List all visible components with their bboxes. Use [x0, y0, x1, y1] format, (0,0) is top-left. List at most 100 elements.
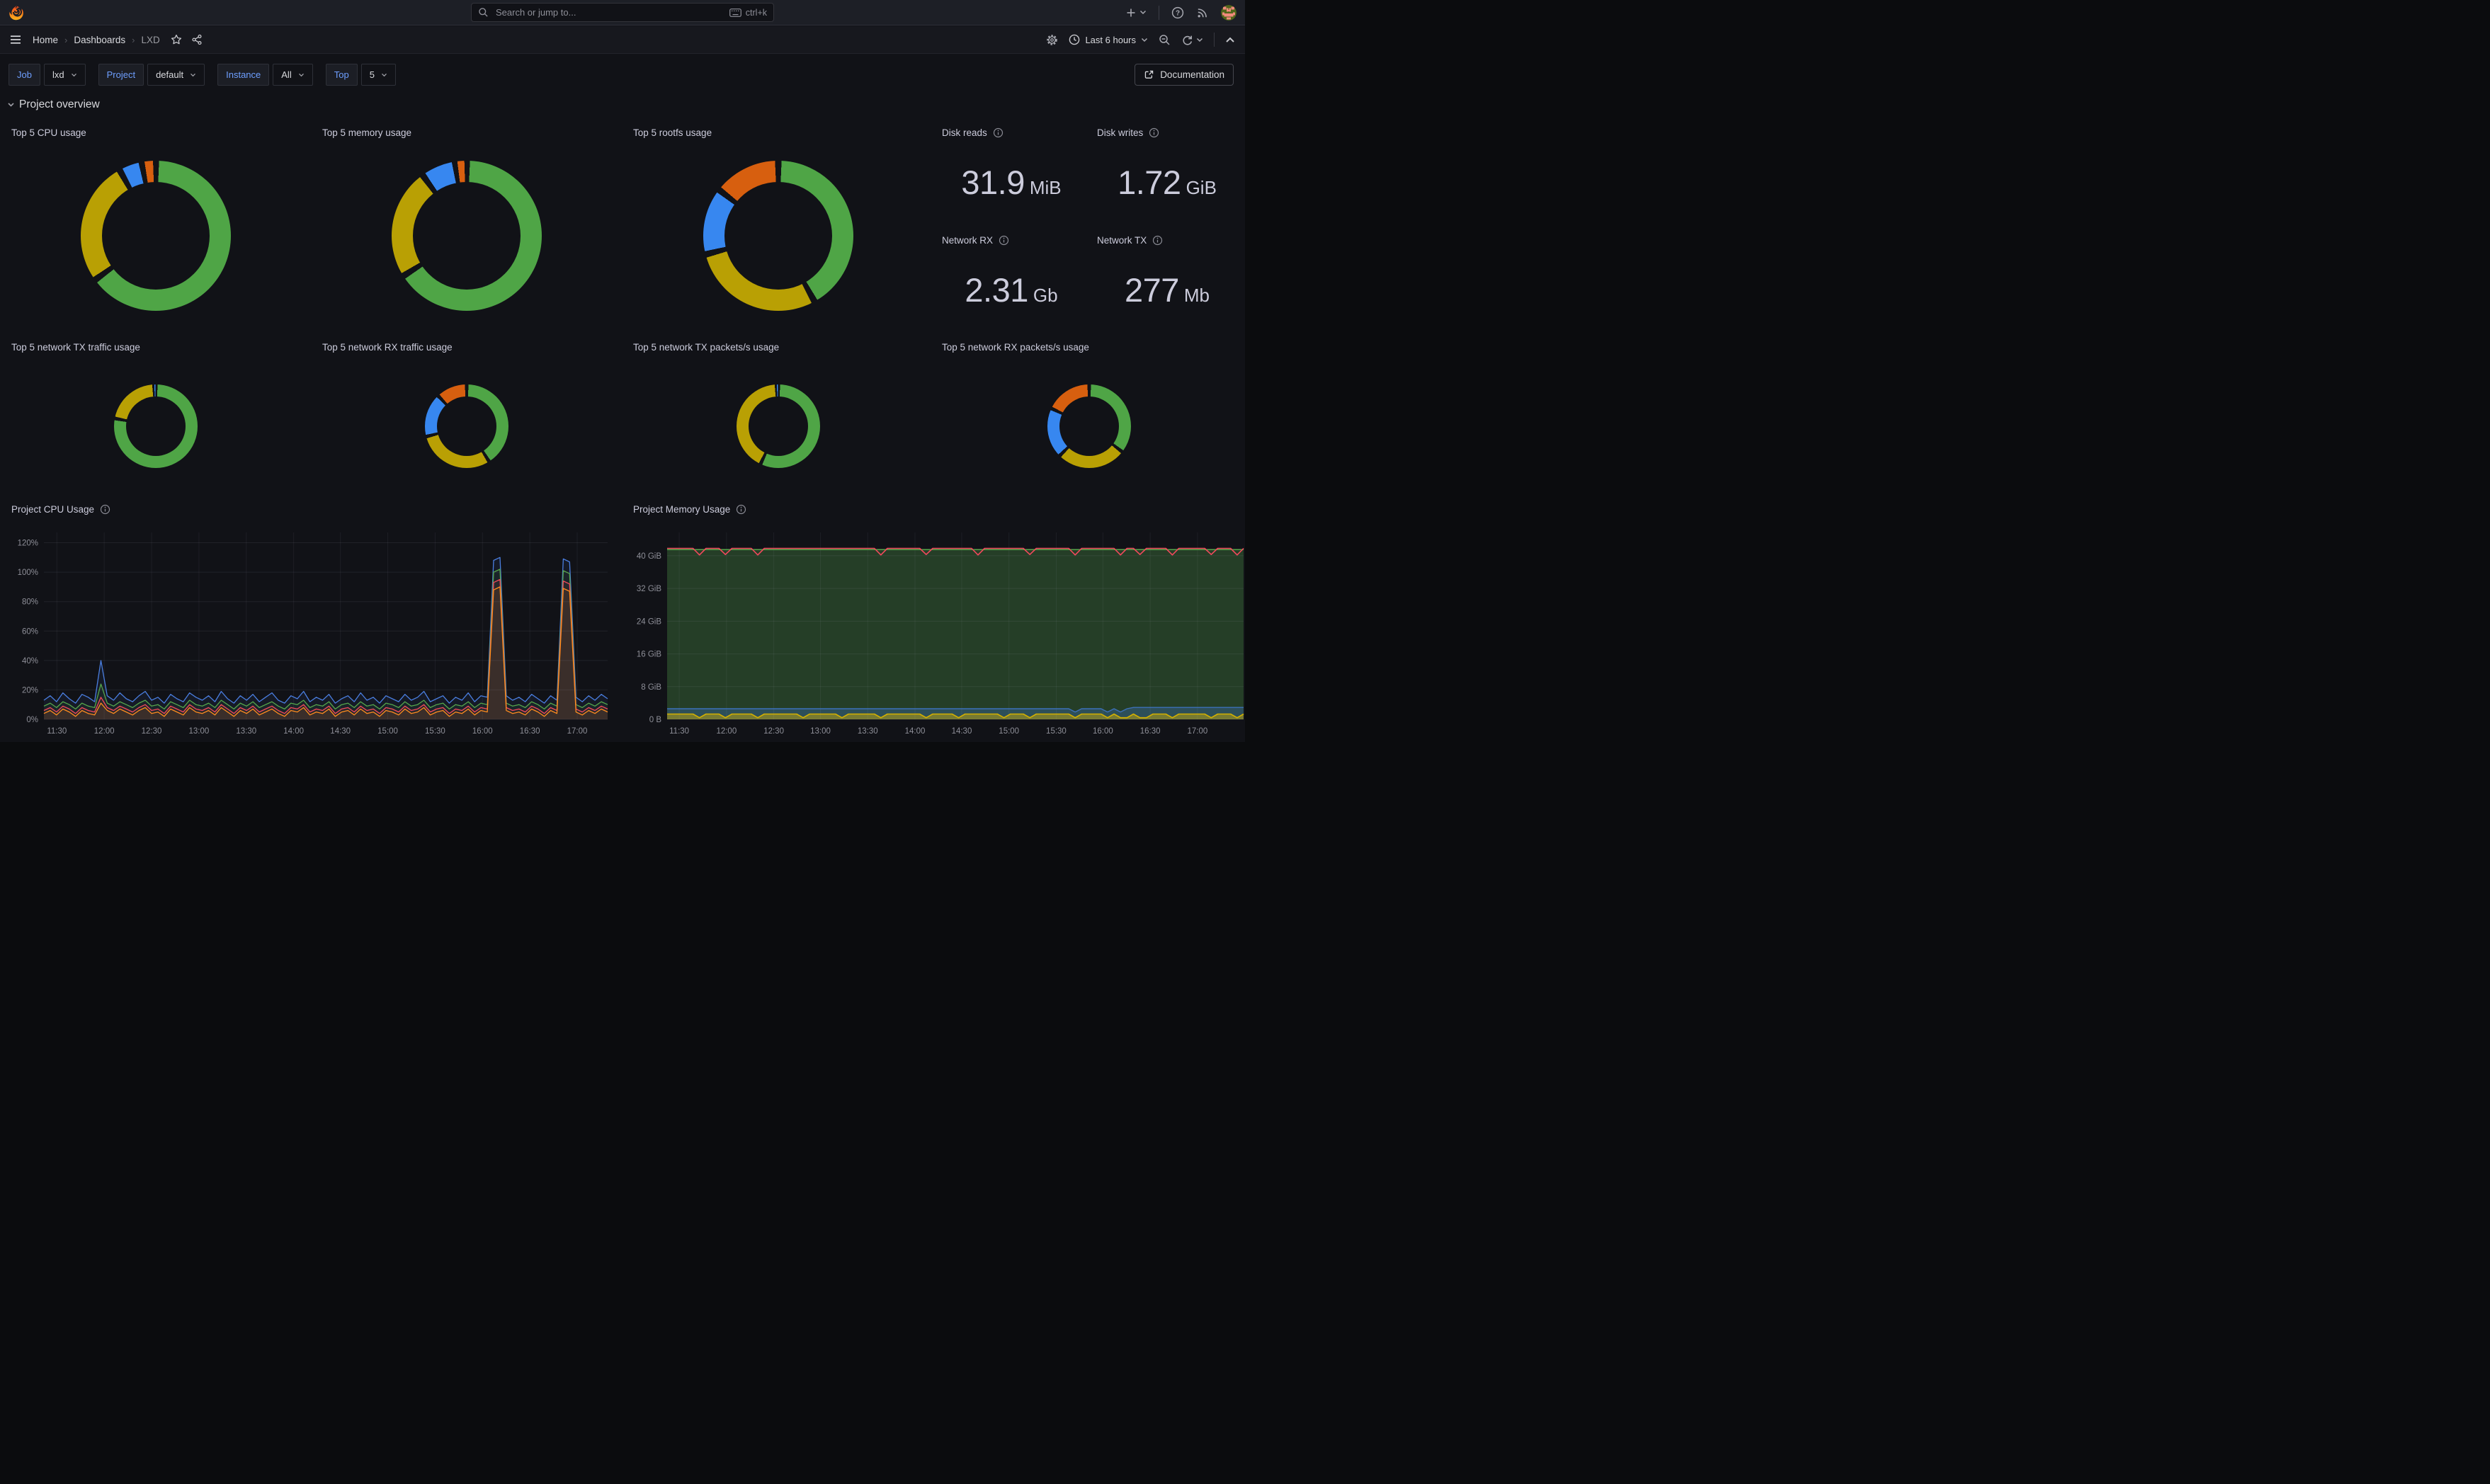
help-button[interactable]: ?	[1171, 6, 1184, 19]
svg-text:0 B: 0 B	[649, 716, 662, 724]
donut-top5-rootfs-usage[interactable]	[703, 161, 853, 311]
svg-text:8 GiB: 8 GiB	[641, 683, 661, 692]
panel-title-memory-usage[interactable]: Top 5 memory usage	[322, 127, 411, 138]
refresh-button[interactable]	[1181, 34, 1203, 46]
donut-net-rx-traffic[interactable]	[425, 384, 508, 468]
variables-row: Job lxd Project default Instance All	[8, 64, 396, 86]
plus-icon	[1125, 7, 1137, 18]
grafana-dashboard: ctrl+k ?	[0, 0, 1245, 742]
panel-title-network-tx[interactable]: Network TX	[1097, 235, 1163, 246]
time-range-label: Last 6 hours	[1085, 35, 1136, 45]
variable-instance-value[interactable]: All	[273, 64, 312, 86]
donut-top5-cpu-usage[interactable]	[81, 161, 231, 311]
breadcrumb-separator: ›	[64, 35, 67, 45]
donut-net-tx-traffic[interactable]	[114, 384, 198, 468]
top-bar: ctrl+k ?	[0, 0, 1245, 25]
info-icon[interactable]	[1149, 127, 1159, 138]
info-icon[interactable]	[1152, 235, 1163, 246]
breadcrumb-home[interactable]: Home	[33, 35, 58, 45]
svg-text:32 GiB: 32 GiB	[637, 585, 661, 593]
divider	[1214, 33, 1215, 47]
svg-text:20%: 20%	[22, 686, 38, 695]
panel-title-net-tx-traffic[interactable]: Top 5 network TX traffic usage	[11, 342, 140, 353]
svg-text:40%: 40%	[22, 657, 38, 666]
dashboard-settings-button[interactable]	[1046, 34, 1058, 46]
donut-net-tx-packets[interactable]	[737, 384, 820, 468]
panel-title-disk-writes[interactable]: Disk writes	[1097, 127, 1159, 138]
svg-text:120%: 120%	[18, 540, 38, 548]
svg-text:14:00: 14:00	[283, 727, 304, 736]
svg-text:16:00: 16:00	[1093, 727, 1113, 736]
global-search[interactable]: ctrl+k	[471, 3, 774, 22]
svg-text:12:30: 12:30	[763, 727, 784, 736]
favorite-button[interactable]	[171, 34, 182, 45]
info-icon[interactable]	[999, 235, 1009, 246]
collapse-controls-button[interactable]	[1225, 36, 1235, 43]
row-project-overview[interactable]: Project overview	[7, 98, 100, 111]
panel-title-net-rx-packets[interactable]: Top 5 network RX packets/s usage	[942, 342, 1089, 353]
variable-top-label[interactable]: Top	[326, 64, 358, 86]
svg-text:13:00: 13:00	[189, 727, 210, 736]
svg-text:15:00: 15:00	[999, 727, 1019, 736]
svg-text:15:30: 15:30	[425, 727, 445, 736]
svg-text:17:00: 17:00	[567, 727, 588, 736]
share-button[interactable]	[191, 34, 203, 45]
variable-project-label[interactable]: Project	[98, 64, 144, 86]
search-input[interactable]	[494, 6, 724, 18]
clock-icon	[1069, 34, 1080, 45]
zoom-out-button[interactable]	[1159, 34, 1171, 46]
documentation-button[interactable]: Documentation	[1135, 64, 1234, 86]
rss-icon	[1196, 6, 1209, 19]
panel-title-network-rx[interactable]: Network RX	[942, 235, 1009, 246]
chevron-down-icon	[1139, 10, 1147, 15]
svg-text:17:00: 17:00	[1187, 727, 1207, 736]
info-icon[interactable]	[993, 127, 1004, 138]
variable-instance-label[interactable]: Instance	[217, 64, 269, 86]
panel-title-disk-reads[interactable]: Disk reads	[942, 127, 1004, 138]
project-memory-usage-chart[interactable]: 0 B8 GiB16 GiB24 GiB32 GiB40 GiB11:3012:…	[622, 496, 1245, 742]
svg-text:16:30: 16:30	[520, 727, 540, 736]
svg-text:12:30: 12:30	[142, 727, 162, 736]
variable-project: Project default	[98, 64, 205, 86]
grafana-flame-icon	[8, 4, 26, 21]
variable-project-value[interactable]: default	[147, 64, 205, 86]
svg-text:13:30: 13:30	[236, 727, 256, 736]
donut-top5-memory-usage[interactable]	[392, 161, 542, 311]
time-range-picker[interactable]: Last 6 hours	[1069, 34, 1148, 45]
add-new-button[interactable]	[1125, 7, 1147, 18]
stat-network-rx: 2.31 Gb	[933, 270, 1089, 309]
panel-title-cpu-usage[interactable]: Top 5 CPU usage	[11, 127, 86, 138]
svg-text:14:30: 14:30	[330, 727, 351, 736]
panel-title-rootfs-usage[interactable]: Top 5 rootfs usage	[633, 127, 712, 138]
panel-title-net-tx-packets[interactable]: Top 5 network TX packets/s usage	[633, 342, 779, 353]
variable-job-value[interactable]: lxd	[44, 64, 86, 86]
breadcrumb: Home › Dashboards › LXD	[33, 34, 203, 45]
breadcrumb-dashboard-name[interactable]: LXD	[142, 35, 160, 45]
project-cpu-usage-chart[interactable]: 0%20%40%60%80%100%120%11:3012:0012:3013:…	[0, 496, 622, 742]
news-button[interactable]	[1196, 6, 1209, 19]
panel-title-net-rx-traffic[interactable]: Top 5 network RX traffic usage	[322, 342, 453, 353]
user-avatar[interactable]	[1221, 5, 1237, 21]
breadcrumb-dashboards[interactable]: Dashboards	[74, 35, 125, 45]
svg-text:12:00: 12:00	[94, 727, 115, 736]
svg-text:24 GiB: 24 GiB	[637, 617, 661, 626]
svg-text:11:30: 11:30	[47, 727, 67, 736]
external-link-icon	[1144, 69, 1154, 80]
variable-top-value[interactable]: 5	[361, 64, 396, 86]
donut-net-rx-packets[interactable]	[1047, 384, 1131, 468]
svg-text:15:30: 15:30	[1046, 727, 1067, 736]
chevron-down-icon	[7, 102, 15, 108]
keyboard-icon	[729, 8, 741, 17]
gear-icon	[1046, 34, 1058, 46]
variable-job-label[interactable]: Job	[8, 64, 40, 86]
zoom-out-icon	[1159, 34, 1171, 46]
mega-menu-toggle[interactable]	[10, 35, 21, 45]
svg-text:16:00: 16:00	[472, 727, 493, 736]
stat-network-tx: 277 Mb	[1089, 270, 1245, 309]
svg-text:60%: 60%	[22, 627, 38, 636]
svg-text:13:00: 13:00	[810, 727, 831, 736]
grafana-logo[interactable]	[8, 4, 26, 21]
help-icon: ?	[1171, 6, 1184, 19]
section-title: Project overview	[19, 98, 100, 111]
svg-text:14:00: 14:00	[905, 727, 926, 736]
